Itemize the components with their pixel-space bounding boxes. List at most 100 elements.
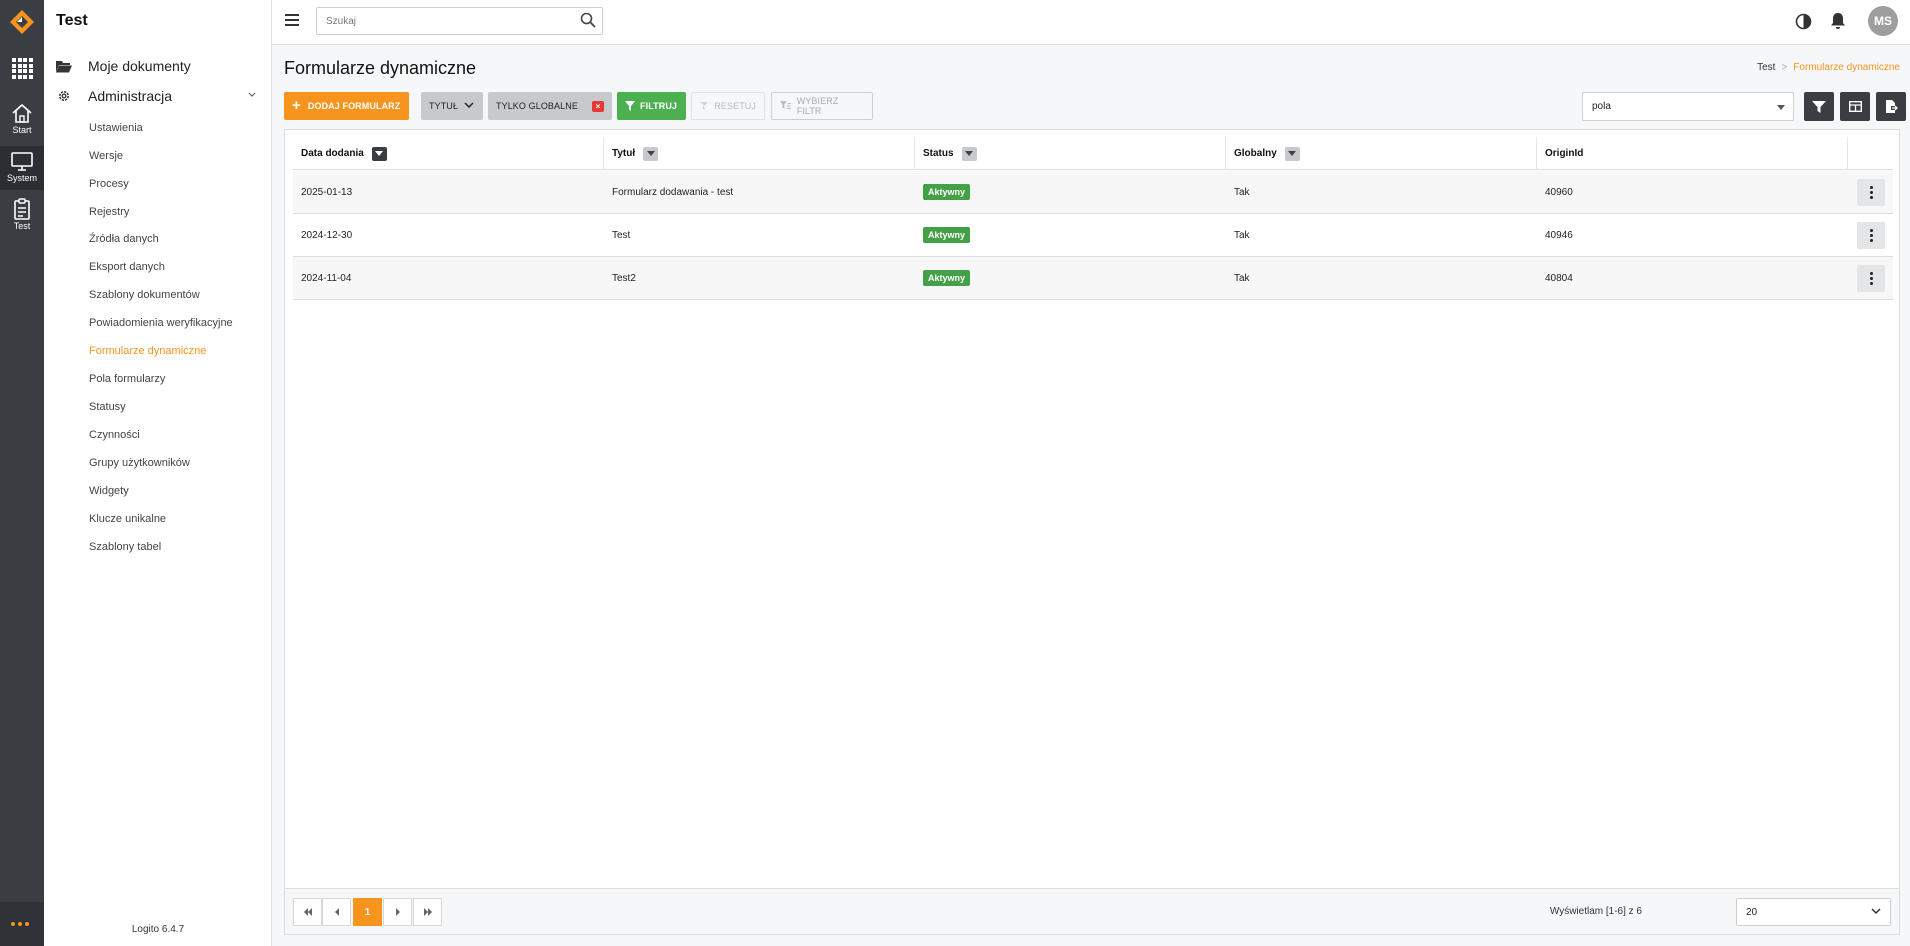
remove-filter-icon[interactable]: × bbox=[592, 101, 604, 112]
apps-grid-icon[interactable] bbox=[12, 58, 33, 79]
column-header-origin-id[interactable]: OriginId bbox=[1537, 137, 1848, 170]
table-icon bbox=[1848, 101, 1862, 112]
top-bar: MS bbox=[272, 0, 1910, 45]
sidebar-item-grupy-uzytkownikow[interactable]: Grupy użytkowników bbox=[89, 457, 190, 469]
sort-desc-icon[interactable] bbox=[371, 146, 387, 161]
more-options-button[interactable] bbox=[0, 902, 44, 946]
export-button[interactable] bbox=[1876, 92, 1906, 121]
cell-origin-id: 40946 bbox=[1545, 229, 1573, 241]
table-row[interactable]: 2024-11-04 Test2 Aktywny Tak 40804 bbox=[293, 257, 1893, 300]
user-avatar[interactable]: MS bbox=[1868, 6, 1898, 36]
search-icon[interactable] bbox=[580, 12, 596, 33]
reset-filter-button[interactable]: RESETUJ bbox=[691, 92, 765, 120]
filter-icon bbox=[625, 101, 635, 111]
sort-icon[interactable] bbox=[643, 146, 659, 161]
previous-page-icon[interactable] bbox=[322, 898, 351, 926]
bell-icon[interactable] bbox=[1830, 12, 1846, 35]
sidebar-item-zrodla-danych[interactable]: Źródła danych bbox=[89, 233, 159, 245]
sidebar-item-klucze-unikalne[interactable]: Klucze unikalne bbox=[89, 513, 166, 525]
filter-button[interactable]: FILTRUJ bbox=[617, 92, 686, 120]
first-page-icon[interactable] bbox=[293, 898, 322, 926]
menu-toggle-icon[interactable] bbox=[285, 14, 299, 26]
sidebar-item-rejestry[interactable]: Rejestry bbox=[89, 206, 129, 218]
chevron-down-icon bbox=[248, 90, 256, 101]
cell-origin-id: 40960 bbox=[1545, 186, 1573, 198]
logito-logo-icon[interactable] bbox=[9, 9, 35, 35]
column-header-status[interactable]: Status bbox=[915, 137, 1226, 170]
sidebar-item-widgety[interactable]: Widgety bbox=[89, 485, 129, 497]
cell-global: Tak bbox=[1234, 229, 1250, 241]
contrast-toggle-icon[interactable] bbox=[1795, 13, 1812, 35]
sidebar-item-szablony-tabel[interactable]: Szablony tabel bbox=[89, 541, 161, 553]
sidebar-section-label: Moje dokumenty bbox=[88, 58, 191, 74]
breadcrumb-separator-icon: > bbox=[1781, 62, 1788, 73]
clipboard-icon bbox=[14, 198, 30, 220]
sort-icon[interactable] bbox=[1284, 146, 1300, 161]
page-number-button[interactable]: 1 bbox=[353, 898, 382, 926]
add-form-button[interactable]: + DODAJ FORMULARZ bbox=[284, 92, 409, 120]
sidebar: Test Moje dokumenty Administracja Ustawi… bbox=[44, 0, 272, 946]
cell-global: Tak bbox=[1234, 186, 1250, 198]
last-page-icon[interactable] bbox=[413, 898, 442, 926]
sidebar-item-ustawienia[interactable]: Ustawienia bbox=[89, 122, 143, 134]
row-actions-kebab-icon[interactable] bbox=[1857, 179, 1885, 206]
sidebar-item-wersje[interactable]: Wersje bbox=[89, 150, 123, 162]
chevron-down-icon bbox=[1871, 907, 1881, 918]
global-only-filter-chip[interactable]: TYLKO GLOBALNE × bbox=[488, 92, 612, 120]
column-header-global[interactable]: Globalny bbox=[1226, 137, 1537, 170]
breadcrumb-current: Formularze dynamiczne bbox=[1793, 62, 1900, 73]
row-actions-kebab-icon[interactable] bbox=[1857, 222, 1885, 249]
filter-list-icon bbox=[780, 101, 791, 109]
status-badge: Aktywny bbox=[923, 270, 971, 286]
status-badge: Aktywny bbox=[923, 227, 971, 243]
sidebar-item-statusy[interactable]: Statusy bbox=[89, 401, 126, 413]
columns-layout-button[interactable] bbox=[1840, 92, 1870, 121]
sidebar-title: Test bbox=[56, 12, 88, 29]
sidebar-item-formularze-dynamiczne[interactable]: Formularze dynamiczne bbox=[89, 345, 206, 357]
row-actions-kebab-icon[interactable] bbox=[1857, 265, 1885, 292]
cell-date: 2024-11-04 bbox=[301, 272, 352, 284]
sort-icon[interactable] bbox=[961, 146, 977, 161]
chevron-down-icon bbox=[464, 101, 474, 111]
breadcrumb-item[interactable]: Test bbox=[1757, 62, 1775, 73]
sidebar-item-powiadomienia-weryfikacyjne[interactable]: Powiadomienia weryfikacyjne bbox=[89, 317, 233, 329]
table-row[interactable]: 2025-01-13 Formularz dodawania - test Ak… bbox=[293, 171, 1893, 214]
column-header-title[interactable]: Tytuł bbox=[604, 137, 915, 170]
app-rail: Start System Test bbox=[0, 0, 44, 946]
sidebar-item-procesy[interactable]: Procesy bbox=[89, 178, 129, 190]
rail-item-label: Start bbox=[12, 125, 32, 135]
next-page-icon[interactable] bbox=[383, 898, 412, 926]
title-filter-dropdown[interactable]: TYTUŁ bbox=[421, 92, 483, 120]
table-row[interactable]: 2024-12-30 Test Aktywny Tak 40946 bbox=[293, 214, 1893, 257]
monitor-icon bbox=[11, 152, 33, 171]
sidebar-section-moje-dokumenty[interactable]: Moje dokumenty bbox=[56, 56, 266, 76]
sidebar-item-czynnosci[interactable]: Czynności bbox=[89, 429, 140, 441]
sidebar-section-administracja[interactable]: Administracja bbox=[56, 86, 266, 106]
add-form-label: DODAJ FORMULARZ bbox=[307, 101, 401, 111]
reset-label: RESETUJ bbox=[714, 101, 756, 111]
column-set-select[interactable]: pola bbox=[1582, 92, 1794, 121]
sidebar-item-szablony-dokumentow[interactable]: Szablony dokumentów bbox=[89, 289, 200, 301]
rail-item-start[interactable]: Start bbox=[0, 98, 44, 142]
rail-item-test[interactable]: Test bbox=[0, 194, 44, 238]
saved-filters-button[interactable] bbox=[1804, 92, 1834, 121]
choose-filter-label: WYBIERZ FILTR bbox=[796, 96, 839, 116]
folder-open-icon bbox=[56, 58, 72, 74]
column-header-date[interactable]: Data dodania bbox=[293, 137, 604, 170]
page-size-select[interactable]: 20 bbox=[1736, 898, 1891, 926]
choose-filter-button[interactable]: WYBIERZ FILTR bbox=[771, 92, 873, 120]
app-version: Logito 6.4.7 bbox=[131, 924, 185, 935]
rail-item-system[interactable]: System bbox=[0, 146, 44, 190]
plus-icon: + bbox=[292, 96, 301, 114]
search-input[interactable] bbox=[317, 8, 557, 34]
table-header: Data dodania Tytuł Status Globalny Origi… bbox=[293, 137, 1893, 170]
sidebar-item-eksport-danych[interactable]: Eksport danych bbox=[89, 261, 165, 273]
sidebar-item-pola-formularzy[interactable]: Pola formularzy bbox=[89, 373, 165, 385]
column-header-label: Tytuł bbox=[612, 148, 636, 159]
page-title: Formularze dynamiczne bbox=[284, 58, 477, 78]
cell-title: Test2 bbox=[612, 272, 636, 284]
cell-date: 2024-12-30 bbox=[301, 229, 353, 241]
home-icon bbox=[12, 103, 32, 123]
pagination-info: Wyświetlam [1-6] z 6 bbox=[1549, 906, 1642, 917]
global-only-label: TYLKO GLOBALNE bbox=[496, 101, 578, 111]
